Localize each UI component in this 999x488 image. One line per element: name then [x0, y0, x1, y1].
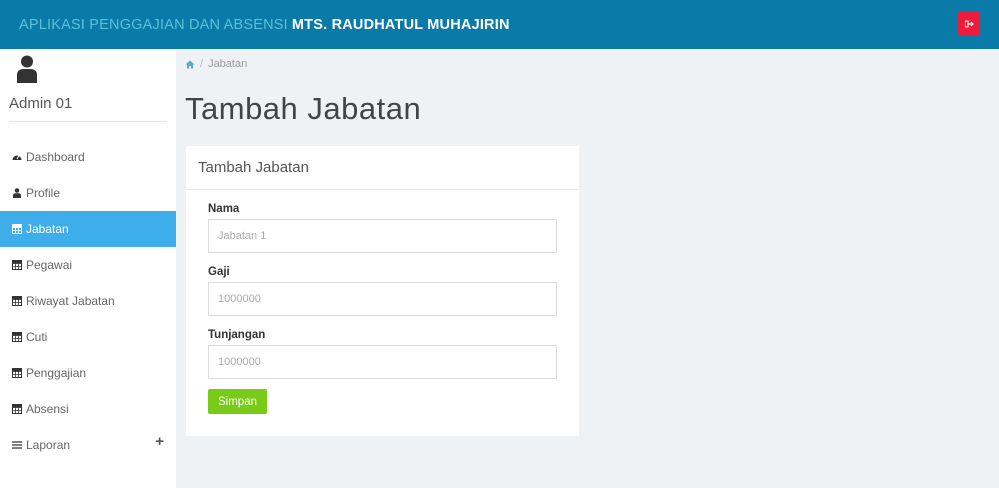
- table-icon: [12, 224, 22, 234]
- logout-icon: [964, 20, 974, 27]
- gaji-label: Gaji: [208, 266, 230, 278]
- save-button[interactable]: Simpan: [208, 389, 267, 414]
- sidebar-item-jabatan[interactable]: Jabatan: [0, 211, 176, 247]
- sidebar-item-label: Jabatan: [26, 222, 69, 236]
- tunjangan-label: Tunjangan: [208, 329, 266, 341]
- sidebar: Admin 01 Dashboard Profile Jabatan Pegaw…: [0, 49, 176, 488]
- sidebar-item-absensi[interactable]: Absensi: [0, 391, 176, 427]
- breadcrumb-current: Jabatan: [208, 58, 248, 70]
- sidebar-item-label: Absensi: [26, 402, 69, 416]
- nama-label: Nama: [208, 203, 240, 215]
- user-avatar-icon: [17, 55, 37, 83]
- sidebar-item-label: Laporan: [26, 438, 71, 452]
- sidebar-item-label: Riwayat Jabatan: [26, 294, 115, 308]
- table-icon: [12, 404, 22, 414]
- panel-title: Tambah Jabatan: [186, 146, 579, 190]
- user-name: Admin 01: [9, 95, 73, 112]
- sidebar-item-label: Profile: [26, 186, 61, 200]
- sidebar-item-cuti[interactable]: Cuti: [0, 319, 176, 355]
- logout-button[interactable]: [958, 12, 980, 35]
- sidebar-item-label: Pegawai: [26, 258, 73, 272]
- table-icon: [12, 332, 22, 342]
- gaji-input[interactable]: [208, 282, 557, 316]
- sidebar-item-label: Penggajian: [26, 366, 87, 380]
- top-navbar: APLIKASI PENGGAJIAN DAN ABSENSI MTS. RAU…: [0, 0, 999, 49]
- sidebar-item-dashboard[interactable]: Dashboard: [0, 139, 176, 175]
- sidebar-menu: Dashboard Profile Jabatan Pegawai Riwaya…: [0, 139, 176, 463]
- page-title: Tambah Jabatan: [185, 91, 422, 126]
- breadcrumb-separator: /: [200, 58, 204, 70]
- user-panel: Admin 01: [9, 49, 167, 122]
- nama-input[interactable]: [208, 219, 557, 253]
- dashboard-icon: [12, 155, 22, 160]
- sidebar-item-pegawai[interactable]: Pegawai: [0, 247, 176, 283]
- home-icon[interactable]: [185, 60, 195, 69]
- sidebar-item-profile[interactable]: Profile: [0, 175, 176, 211]
- sidebar-item-penggajian[interactable]: Penggajian: [0, 355, 176, 391]
- tunjangan-input[interactable]: [208, 345, 557, 379]
- table-icon: [12, 368, 22, 378]
- bars-icon: [12, 441, 22, 449]
- school-name: MTS. RAUDHATUL MUHAJIRIN: [291, 16, 510, 33]
- table-icon: [12, 296, 22, 306]
- expand-plus-icon[interactable]: +: [155, 433, 164, 450]
- sidebar-item-laporan[interactable]: Laporan +: [0, 427, 176, 463]
- user-icon: [13, 188, 21, 198]
- sidebar-item-label: Cuti: [26, 330, 48, 344]
- breadcrumb: / Jabatan: [185, 58, 247, 70]
- sidebar-item-riwayat-jabatan[interactable]: Riwayat Jabatan: [0, 283, 176, 319]
- app-name: APLIKASI PENGGAJIAN DAN ABSENSI: [19, 16, 288, 33]
- table-icon: [12, 260, 22, 270]
- sidebar-item-label: Dashboard: [26, 150, 85, 164]
- form-panel: Tambah Jabatan Nama Gaji Tunjangan Simpa…: [186, 146, 579, 436]
